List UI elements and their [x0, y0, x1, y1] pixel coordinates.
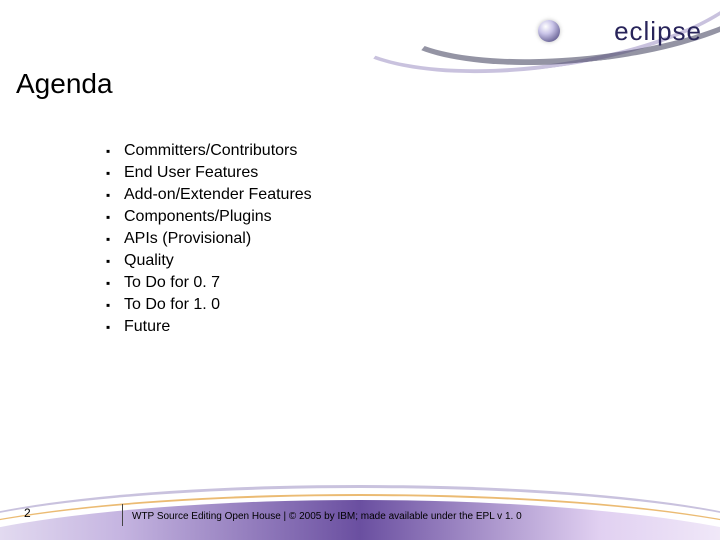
agenda-list: Committers/Contributors End User Feature… [106, 140, 312, 338]
list-item: Add-on/Extender Features [106, 184, 312, 206]
bullet-text: Future [124, 318, 170, 335]
bullet-text: APIs (Provisional) [124, 230, 251, 247]
list-item: End User Features [106, 162, 312, 184]
footer-text: WTP Source Editing Open House | © 2005 b… [132, 511, 522, 522]
bullet-text: Quality [124, 252, 174, 269]
bullet-text: End User Features [124, 164, 258, 181]
logo-orb-icon [538, 20, 560, 42]
list-item: Components/Plugins [106, 206, 312, 228]
bullet-text: To Do for 0. 7 [124, 274, 220, 291]
eclipse-logo: eclipse [480, 0, 720, 60]
bullet-text: Committers/Contributors [124, 142, 297, 159]
logo-text: eclipse [614, 16, 702, 47]
list-item: APIs (Provisional) [106, 228, 312, 250]
bullet-text: Components/Plugins [124, 208, 272, 225]
page-number: 2 [24, 506, 31, 520]
list-item: Future [106, 316, 312, 338]
list-item: To Do for 1. 0 [106, 294, 312, 316]
list-item: To Do for 0. 7 [106, 272, 312, 294]
slide-title: Agenda [16, 68, 113, 100]
slide: eclipse Agenda Committers/Contributors E… [0, 0, 720, 540]
footer-divider [122, 504, 123, 526]
list-item: Quality [106, 250, 312, 272]
list-item: Committers/Contributors [106, 140, 312, 162]
bullet-text: Add-on/Extender Features [124, 186, 312, 203]
bullet-text: To Do for 1. 0 [124, 296, 220, 313]
